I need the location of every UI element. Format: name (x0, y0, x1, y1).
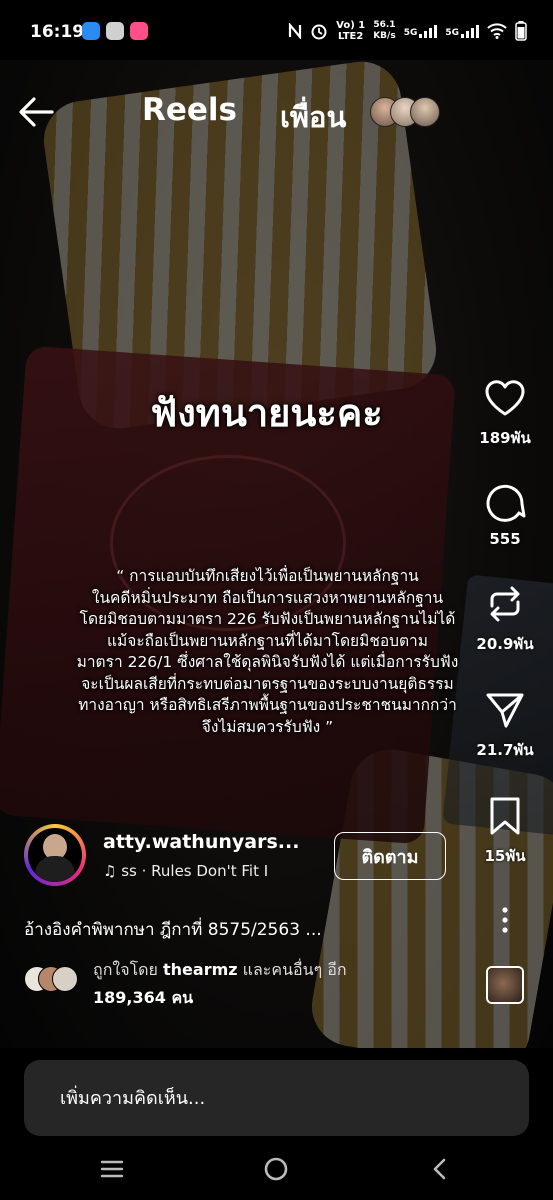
battery-icon (515, 21, 527, 41)
lte-indicator: Vo) 1 LTE2 (336, 20, 365, 42)
author-avatar[interactable] (24, 824, 86, 886)
status-time: 16:19 (30, 22, 85, 42)
like-count: 189พัน (479, 429, 531, 447)
nfc-icon (289, 23, 302, 39)
audio-thumbnail-image (488, 968, 522, 1002)
back-arrow-icon[interactable] (16, 92, 56, 132)
quote-line: ในคดีหมิ่นประมาท ถือเป็นการแสวงหาพยานหลั… (91, 588, 444, 607)
quote-line: จึงไม่สมควรรับฟัง ” (201, 717, 334, 736)
quote-line: “ การแอบบันทึกเสียงไว้เพื่อเป็นพยานหลักฐ… (116, 567, 419, 585)
video-overlay-quote: “ การแอบบันทึกเสียงไว้เพื่อเป็นพยานหลักฐ… (20, 566, 515, 738)
messenger-icon (82, 22, 100, 40)
liked-by-count[interactable]: 189,364 คน (93, 986, 193, 1011)
avatar-photo (35, 856, 75, 882)
avatar (52, 966, 78, 992)
quote-line: มาตรา 226/1 ซึ่งศาลใช้ดุลพินิจรับฟังได้ … (76, 653, 459, 671)
share-action[interactable]: 21.7พัน (465, 690, 545, 762)
back-nav-icon[interactable] (430, 1157, 448, 1181)
paper-plane-icon[interactable] (484, 690, 526, 730)
wifi-icon (487, 23, 507, 39)
app-notification-icon (130, 22, 148, 40)
net-label: 5G (403, 28, 418, 38)
avatar (410, 97, 440, 127)
quote-line: โดยมิชอบตามมาตรา 226 รับฟังเป็นพยานหลักฐ… (79, 610, 456, 628)
system-nav-bar (0, 1140, 553, 1200)
comment-action[interactable]: 555 (465, 482, 545, 548)
bookmark-icon[interactable] (484, 796, 526, 836)
music-info[interactable]: ♫ ss · Rules Don't Fit I (103, 862, 308, 880)
speed-value: 56.1 (373, 20, 396, 30)
signal-bars-icon (461, 24, 479, 38)
status-bar: 16:19 Vo) 1 LTE2 56.1 KB/s 5G 5G (0, 0, 553, 60)
avatar (28, 828, 82, 882)
speed-unit: KB/s (373, 31, 396, 41)
signal-bars-icon (419, 24, 438, 38)
comment-input[interactable] (24, 1060, 529, 1136)
tab-friends[interactable]: เพื่อน (280, 94, 346, 140)
liked-by-text[interactable]: ถูกใจโดย thearmz และคนอื่นๆ อีก (93, 958, 347, 983)
heart-icon[interactable] (484, 378, 526, 418)
post-caption[interactable]: อ้างอิงคำพิพากษา ฎีกาที่ 8575/2563 ... (24, 916, 424, 943)
repost-action[interactable]: 20.9พัน (465, 584, 545, 656)
alarm-icon (311, 24, 327, 40)
video-dim-overlay (0, 60, 553, 1048)
volte-label: Vo) 1 (336, 20, 366, 31)
net-label: 5G (445, 28, 459, 38)
repost-count: 20.9พัน (476, 635, 534, 653)
liked-by-prefix: ถูกใจโดย (93, 960, 164, 979)
signal-1: 5G (404, 24, 438, 38)
tab-reels[interactable]: Reels (142, 92, 237, 128)
quote-line: แม้จะถือเป็นพยานหลักฐานที่ได้มาโดยมิชอบต… (107, 631, 428, 650)
network-speed: 56.1 KB/s (373, 20, 395, 42)
comment-bubble-icon[interactable] (484, 482, 526, 522)
liked-by-suffix: และคนอื่นๆ อีก (237, 960, 347, 979)
save-count: 15พัน (484, 847, 526, 865)
more-options-icon[interactable] (495, 905, 515, 935)
lte-label: LTE2 (338, 31, 364, 42)
signal-2: 5G (445, 24, 479, 38)
share-count: 21.7พัน (476, 741, 534, 759)
follow-button[interactable]: ติดตาม (334, 832, 446, 880)
liked-by-avatars (24, 966, 84, 992)
app-notification-icon (106, 22, 124, 40)
like-action[interactable]: 189พัน (465, 378, 545, 450)
quote-line: จะเป็นผลเสียที่กระทบต่อมาตรฐานของระบบงาน… (81, 674, 454, 693)
repost-icon[interactable] (484, 584, 526, 624)
author-username[interactable]: atty.wathunyars... (103, 831, 299, 853)
save-action[interactable]: 15พัน (465, 796, 545, 868)
audio-thumbnail[interactable] (486, 966, 524, 1004)
recent-apps-icon[interactable] (100, 1159, 124, 1179)
comment-count: 555 (489, 530, 521, 548)
status-indicators: Vo) 1 LTE2 56.1 KB/s 5G 5G (288, 20, 527, 42)
reel-video[interactable] (0, 60, 553, 1048)
home-icon[interactable] (263, 1156, 289, 1182)
friend-avatars[interactable] (370, 97, 450, 127)
quote-line: ทางอาญา หรือสิทธิเสรีภาพพื้นฐานของประชาช… (78, 696, 457, 714)
liked-by-user[interactable]: thearmz (163, 960, 238, 979)
